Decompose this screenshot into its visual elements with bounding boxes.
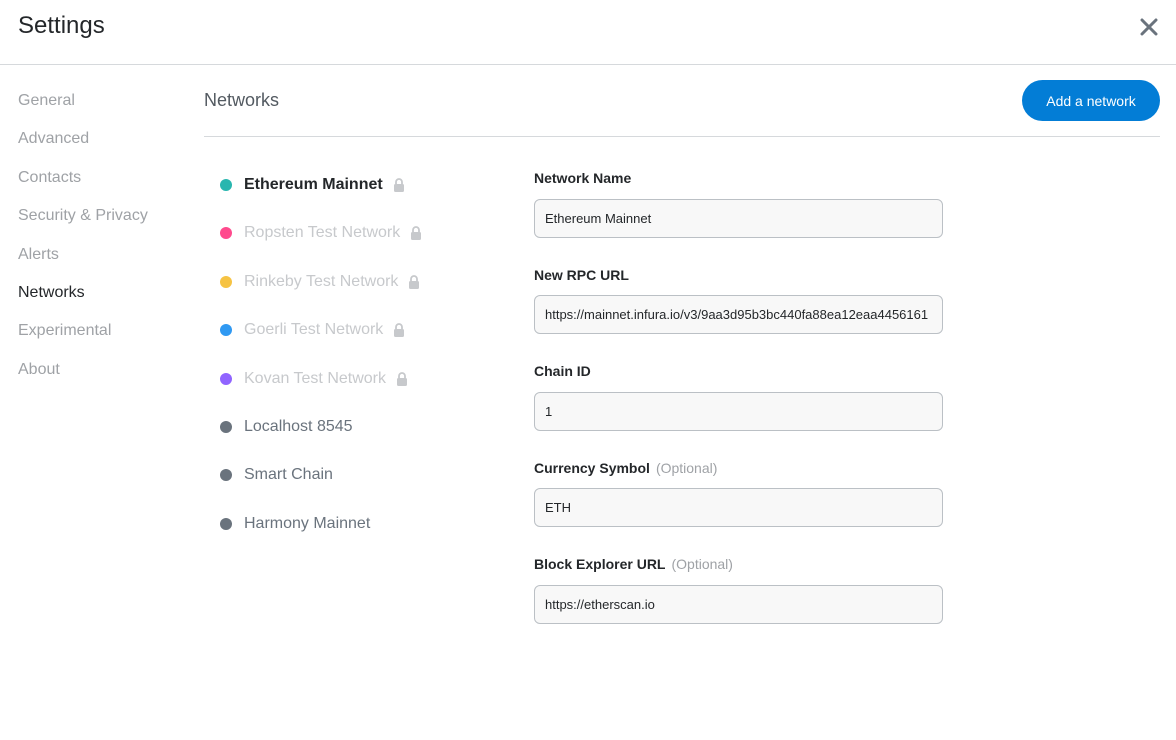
network-color-dot — [220, 518, 232, 530]
rpc-url-label-text: New RPC URL — [534, 267, 629, 283]
network-label: Smart Chain — [244, 466, 333, 483]
optional-tag: (Optional) — [655, 460, 718, 476]
lock-icon — [393, 323, 405, 337]
network-label: Kovan Test Network — [244, 370, 386, 387]
network-list-item[interactable]: Smart Chain — [220, 463, 333, 487]
network-color-dot — [220, 324, 232, 336]
sidebar-item-about[interactable]: About — [18, 361, 60, 379]
sidebar-item-contacts[interactable]: Contacts — [18, 169, 81, 187]
currency-symbol-input[interactable] — [534, 488, 943, 527]
network-color-dot — [220, 421, 232, 433]
section-title: Networks — [204, 90, 280, 110]
network-label: Goerli Test Network — [244, 321, 384, 338]
section-divider — [204, 136, 1160, 137]
network-color-dot — [220, 227, 232, 239]
network-list-item[interactable]: Rinkeby Test Network — [220, 270, 420, 294]
block-explorer-input[interactable] — [534, 585, 943, 624]
block-explorer-label-text: Block Explorer URL — [534, 556, 666, 572]
network-label: Ethereum Mainnet — [244, 176, 383, 193]
rpc-url-input[interactable] — [534, 295, 943, 334]
network-list-item[interactable]: Harmony Mainnet — [220, 512, 370, 536]
currency-symbol-label: Currency Symbol (Optional) — [534, 460, 717, 476]
chain-id-label: Chain ID — [534, 363, 591, 379]
lock-icon — [396, 372, 408, 386]
settings-header: Settings — [0, 0, 1176, 65]
network-list-item[interactable]: Localhost 8545 — [220, 415, 353, 439]
lock-icon — [393, 178, 405, 192]
chain-id-input[interactable] — [534, 392, 943, 431]
network-list-item[interactable]: Ropsten Test Network — [220, 221, 422, 245]
page-title: Settings — [18, 12, 105, 39]
sidebar-item-security-privacy[interactable]: Security & Privacy — [18, 207, 148, 225]
sidebar-item-advanced[interactable]: Advanced — [18, 130, 89, 148]
network-label: Localhost 8545 — [244, 418, 353, 435]
network-color-dot — [220, 373, 232, 385]
network-label: Ropsten Test Network — [244, 224, 401, 241]
network-label: Harmony Mainnet — [244, 515, 371, 532]
lock-icon — [410, 226, 422, 240]
block-explorer-label: Block Explorer URL (Optional) — [534, 556, 733, 572]
close-button[interactable] — [1138, 16, 1160, 38]
network-label: Rinkeby Test Network — [244, 273, 399, 290]
network-name-label-text: Network Name — [534, 170, 632, 186]
add-network-button[interactable]: Add a network — [1022, 80, 1160, 121]
currency-symbol-label-text: Currency Symbol — [534, 460, 650, 476]
lock-icon — [408, 275, 420, 289]
rpc-url-label: New RPC URL — [534, 267, 629, 283]
network-name-input[interactable] — [534, 199, 943, 238]
network-name-label: Network Name — [534, 170, 631, 186]
network-list-item[interactable]: Kovan Test Network — [220, 367, 408, 391]
sidebar-item-networks[interactable]: Networks — [18, 284, 85, 302]
network-color-dot — [220, 179, 232, 191]
chain-id-label-text: Chain ID — [534, 363, 591, 379]
network-color-dot — [220, 276, 232, 288]
sidebar-item-general[interactable]: General — [18, 92, 75, 110]
network-color-dot — [220, 469, 232, 481]
close-icon — [1140, 18, 1158, 36]
network-list-item[interactable]: Goerli Test Network — [220, 318, 405, 342]
optional-tag: (Optional) — [671, 556, 733, 572]
sidebar-item-experimental[interactable]: Experimental — [18, 322, 111, 340]
network-list-item[interactable]: Ethereum Mainnet — [220, 173, 405, 197]
sidebar-item-alerts[interactable]: Alerts — [18, 246, 59, 264]
